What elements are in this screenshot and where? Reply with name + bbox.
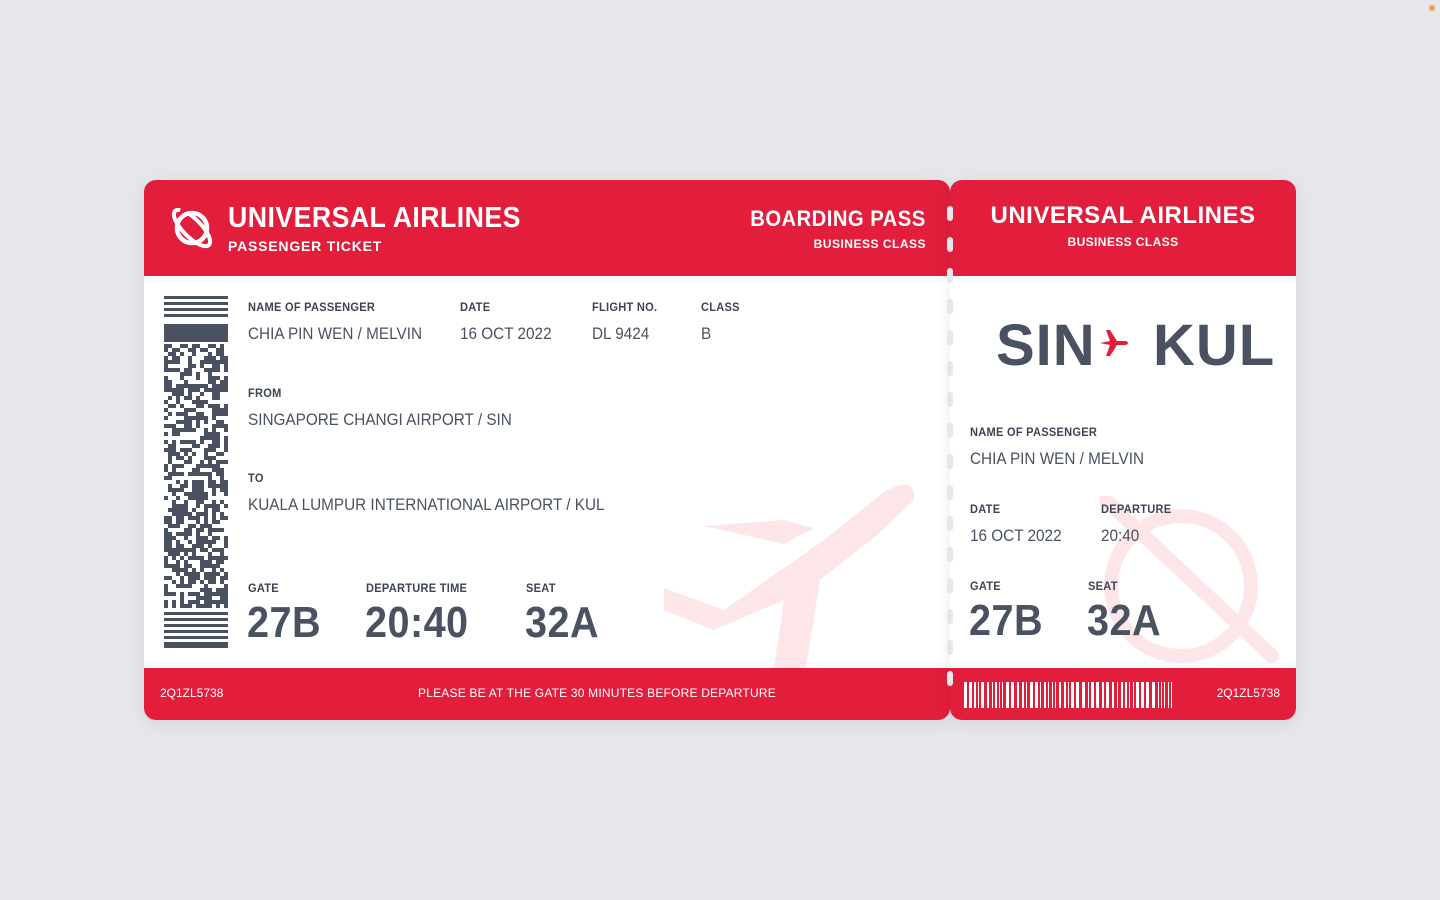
class-label: CLASS [701, 300, 740, 314]
watermark-plane-icon [664, 484, 915, 680]
departure-time-label: DEPARTURE TIME [366, 581, 468, 595]
stub-passenger-value: CHIA PIN WEN / MELVIN [970, 449, 1144, 468]
stub-ticket-code: 2Q1ZL5738 [1216, 686, 1280, 700]
from-label: FROM [248, 386, 282, 400]
perforation-notch [947, 237, 953, 252]
date-value: 16 OCT 2022 [460, 324, 552, 343]
perforation-notch [947, 392, 953, 407]
origin-code: SIN [996, 313, 1096, 378]
perforation-notch [947, 268, 953, 283]
seat-value: 32A [525, 598, 599, 647]
gate-notice: PLEASE BE AT THE GATE 30 MINUTES BEFORE … [418, 686, 776, 700]
seat-label: SEAT [526, 581, 556, 595]
barcode [964, 682, 1172, 708]
stub-date-value: 16 OCT 2022 [970, 526, 1062, 545]
perforation-notch [947, 485, 953, 500]
perforation-notch [947, 516, 953, 531]
stub-departure-value: 20:40 [1101, 526, 1140, 545]
boarding-pass: UNIVERSAL AIRLINES PASSENGER TICKET BOAR… [144, 180, 1296, 720]
stub-date-label: DATE [970, 502, 1001, 516]
perforation-notch [947, 578, 953, 593]
stub-passenger-label: NAME OF PASSENGER [970, 425, 1098, 439]
flight-value: DL 9424 [592, 324, 650, 343]
stub-departure-label: DEPARTURE [1101, 502, 1172, 516]
perforation-notch [947, 206, 953, 221]
perforation-notch [947, 330, 953, 345]
stub-gate-value: 27B [969, 596, 1043, 645]
stub-footer: 2Q1ZL5738 [950, 668, 1296, 720]
perforation-notch [947, 609, 953, 624]
gate-value: 27B [247, 598, 321, 647]
to-value: KUALA LUMPUR INTERNATIONAL AIRPORT / KUL [248, 495, 605, 514]
stub-gate-label: GATE [970, 579, 1001, 593]
passenger-label: NAME OF PASSENGER [248, 300, 376, 314]
class-value: B [701, 324, 712, 343]
stub-seat-label: SEAT [1088, 579, 1118, 593]
planet-icon [171, 207, 213, 249]
perforation-notch [947, 547, 953, 562]
ticket-code: 2Q1ZL5738 [160, 686, 224, 700]
date-label: DATE [460, 300, 491, 314]
main-ticket: UNIVERSAL AIRLINES PASSENGER TICKET BOAR… [144, 180, 950, 720]
perforation-notch [947, 671, 953, 686]
qr-code [164, 296, 228, 648]
pass-title: BOARDING PASS [750, 206, 926, 231]
main-header: UNIVERSAL AIRLINES PASSENGER TICKET BOAR… [144, 180, 950, 276]
from-value: SINGAPORE CHANGI AIRPORT / SIN [248, 410, 512, 429]
class-name: BUSINESS CLASS [813, 237, 926, 251]
flight-label: FLIGHT NO. [592, 300, 658, 314]
stub-header: UNIVERSAL AIRLINES BUSINESS CLASS [950, 180, 1296, 276]
main-footer: 2Q1ZL5738 PLEASE BE AT THE GATE 30 MINUT… [144, 668, 950, 720]
perforation-notch [947, 423, 953, 438]
stub-seat-value: 32A [1087, 596, 1161, 645]
stub-class-name: BUSINESS CLASS [1067, 235, 1179, 249]
ticket-stub: UNIVERSAL AIRLINES BUSINESS CLASS SIN KU… [950, 180, 1296, 720]
airplane-icon [1100, 330, 1128, 356]
perforation [946, 200, 954, 700]
ticket-type: PASSENGER TICKET [228, 238, 383, 254]
stub-airline-name: UNIVERSAL AIRLINES [990, 202, 1256, 229]
perforation-notch [947, 454, 953, 469]
perforation-notch [947, 361, 953, 376]
airline-name: UNIVERSAL AIRLINES [228, 202, 521, 234]
destination-code: KUL [1153, 313, 1276, 378]
gate-label: GATE [248, 581, 279, 595]
perforation-notch [947, 299, 953, 314]
perforation-notch [947, 640, 953, 655]
to-label: TO [248, 471, 264, 485]
passenger-value: CHIA PIN WEN / MELVIN [248, 324, 422, 343]
departure-time-value: 20:40 [365, 598, 469, 647]
status-dot [1429, 5, 1435, 11]
